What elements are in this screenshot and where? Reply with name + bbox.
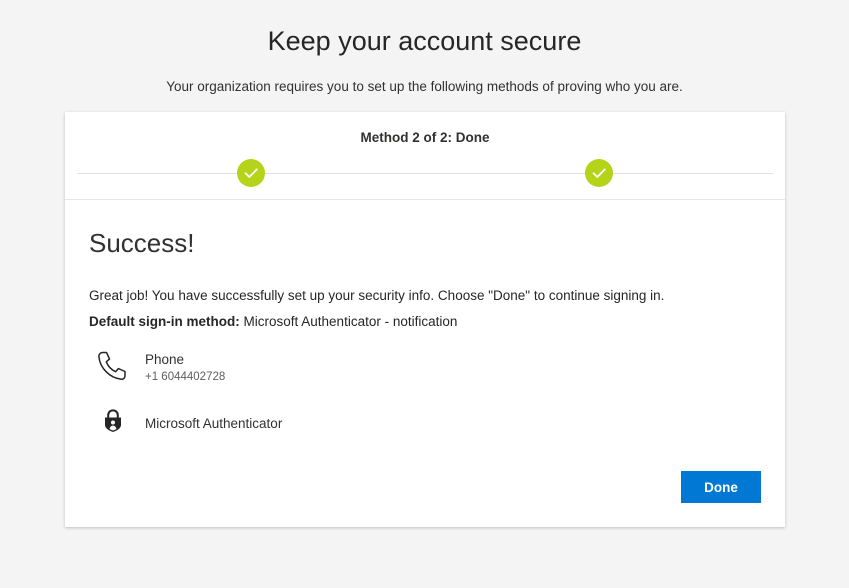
page-subtitle: Your organization requires you to set up…	[166, 79, 683, 94]
success-title: Success!	[89, 228, 195, 258]
page-title: Keep your account secure	[267, 26, 582, 56]
phone-icon	[94, 348, 130, 389]
progress-line-left	[77, 173, 237, 174]
success-message: Great job! You have successfully set up …	[89, 288, 665, 303]
setup-card: Method 2 of 2: Done Success! Great job! …	[65, 112, 785, 527]
default-method-value: Microsoft Authenticator - notification	[243, 314, 458, 329]
lock-icon	[101, 408, 125, 439]
method-progress-label: Method 2 of 2: Done	[360, 130, 490, 145]
done-button[interactable]: Done	[681, 471, 761, 503]
authenticator-method-name: Microsoft Authenticator	[145, 416, 283, 431]
default-method: Default sign-in method: Microsoft Authen…	[89, 314, 457, 329]
step-2-check-icon	[585, 159, 613, 187]
step-1-check-icon	[237, 159, 265, 187]
default-method-label: Default sign-in method:	[89, 314, 240, 329]
progress-header: Method 2 of 2: Done	[65, 112, 785, 200]
phone-method-name: Phone	[145, 352, 185, 367]
progress-line-middle	[265, 173, 585, 174]
progress-line-right	[613, 173, 773, 174]
phone-number: +1 6044402728	[145, 371, 226, 383]
